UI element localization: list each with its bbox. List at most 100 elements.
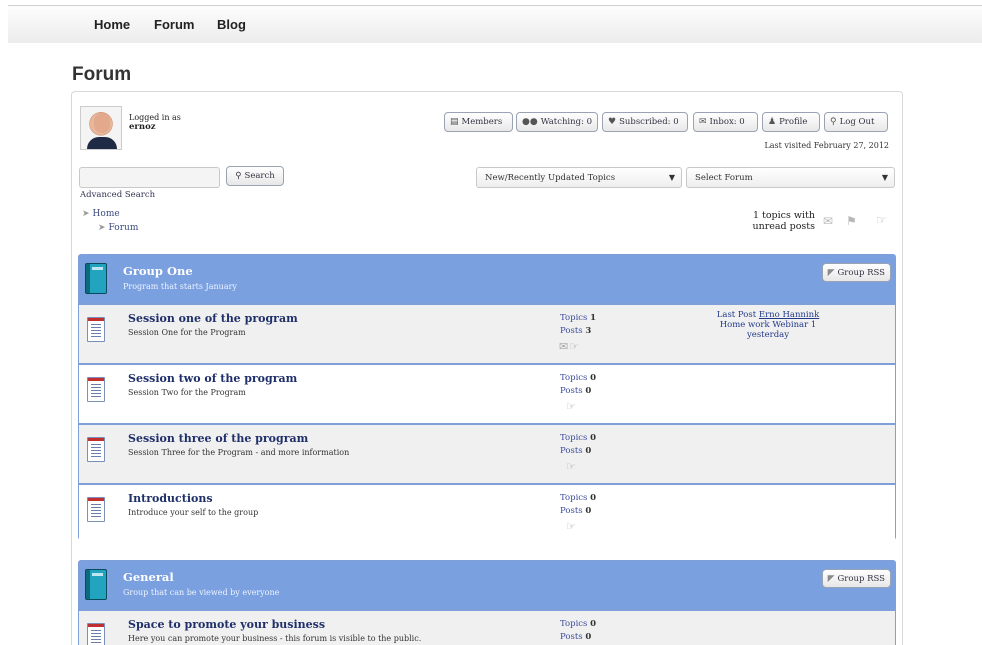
avatar [80,106,122,150]
members-button[interactable]: ▤ Members [444,112,513,132]
group-description: Group that can be viewed by everyone [123,588,280,597]
book-icon [85,263,107,294]
posts-value: 0 [585,446,592,456]
document-icon [87,437,105,462]
topics-filter-select[interactable]: New/Recently Updated Topics ▼ [476,167,682,188]
unread-line-1: 1 topics with [752,210,815,221]
subscribed-button[interactable]: ♥ Subscribed: 0 [602,112,688,132]
mark-read-icon[interactable]: ⚑ [846,214,857,228]
chevron-down-icon: ▼ [881,173,888,182]
forum-select-value: Select Forum [695,173,753,183]
forum-description: Session Two for the Program [128,388,246,397]
forum-select[interactable]: Select Forum ▼ [686,167,895,188]
last-post-topic[interactable]: Home work Webinar 1 [679,320,857,330]
forum-title[interactable]: Session three of the program [128,432,308,445]
last-post-line: Last Post Erno Hannink [679,310,857,320]
chevron-down-icon: ▼ [668,173,675,182]
avatar-shirt [87,137,117,149]
topics-count: Topics 0 [560,493,596,503]
forum-title[interactable]: Introductions [128,492,213,505]
posts-label: Posts [560,632,583,642]
unread-notice: 1 topics with unread posts [740,210,815,232]
logout-label: Log Out [839,117,875,127]
row-action-icons: ✉☞ [559,340,580,353]
forum-description: Here you can promote your business - thi… [128,634,422,643]
group-rss-button[interactable]: ◤ Group RSS [821,569,891,588]
last-visited: Last visited February 27, 2012 [764,141,889,150]
nav-forum[interactable]: Forum [154,17,194,32]
posts-count: Posts 0 [560,632,591,642]
document-icon [87,317,105,342]
group-description: Program that starts January [123,282,237,291]
logout-button[interactable]: ⚲ Log Out [824,112,888,132]
thumb-icon[interactable]: ☞ [876,213,887,227]
topics-label: Topics [560,313,588,323]
person-icon: ♟ [768,117,777,127]
topics-count: Topics 1 [560,313,596,323]
breadcrumb-forum[interactable]: ➤ Forum [98,223,138,233]
group-title[interactable]: General [123,570,174,584]
unread-line-2: unread posts [752,221,815,232]
book-icon [85,569,107,600]
nav-home[interactable]: Home [94,17,130,32]
posts-label: Posts [560,446,583,456]
forum-row: Introductions Introduce your self to the… [79,483,895,543]
topics-value: 0 [590,373,597,383]
document-icon [87,377,105,402]
document-icon [87,623,105,645]
breadcrumb-forum-label: Forum [108,223,139,233]
heart-icon: ♥ [608,117,617,127]
profile-button[interactable]: ♟ Profile [762,112,820,132]
forum-description: Session One for the Program [128,328,246,337]
nav-blog[interactable]: Blog [217,17,246,32]
posts-value: 3 [585,326,592,336]
subscribe-icon[interactable]: ☞ [566,400,577,413]
topics-icon[interactable]: ✉ [559,340,569,353]
arrow-right-icon: ➤ [98,223,106,233]
group-header: Group One Program that starts January ◤ … [79,255,895,303]
forum-description: Introduce your self to the group [128,508,259,517]
topics-value: 1 [590,313,597,323]
advanced-search-link[interactable]: Advanced Search [80,190,155,200]
rss-icon: ◤ [827,267,835,278]
topics-count: Topics 0 [560,373,596,383]
posts-value: 0 [585,386,592,396]
topics-count: Topics 0 [560,619,596,629]
group-rss-label: Group RSS [837,573,886,584]
inbox-button[interactable]: ✉ Inbox: 0 [693,112,758,132]
search-button[interactable]: ⚲ Search [226,166,284,186]
posts-count: Posts 0 [560,386,591,396]
topics-icon[interactable]: ✉ [823,214,833,228]
logged-in-label: Logged in as [129,113,181,122]
magnifier-icon: ⚲ [235,171,242,181]
subscribe-icon[interactable]: ☞ [569,340,580,353]
top-navigation: Home Forum Blog [8,5,982,43]
group-title[interactable]: Group One [123,264,193,278]
breadcrumb-home[interactable]: ➤ Home [82,209,120,219]
subscribe-icon[interactable]: ☞ [566,520,577,533]
forum-title[interactable]: Session two of the program [128,372,297,385]
page-title: Forum [72,64,132,85]
topics-value: 0 [590,433,597,443]
username: ernoz [129,122,156,132]
forum-row: Space to promote your business Here you … [79,609,895,645]
group-general: General Group that can be viewed by ever… [78,560,896,645]
inbox-label: Inbox: 0 [709,117,745,127]
last-post-author[interactable]: Erno Hannink [759,310,819,320]
search-input[interactable] [79,167,220,188]
search-button-label: Search [244,171,275,181]
forum-title[interactable]: Session one of the program [128,312,298,325]
forum-title[interactable]: Space to promote your business [128,618,325,631]
envelope-icon: ✉ [699,117,707,127]
topics-label: Topics [560,619,588,629]
posts-count: Posts 3 [560,326,591,336]
forum-row: Session one of the program Session One f… [79,303,895,363]
posts-value: 0 [585,506,592,516]
forum-row: Session three of the program Session Thr… [79,423,895,483]
posts-count: Posts 0 [560,446,591,456]
rss-icon: ◤ [827,573,835,584]
group-rss-button[interactable]: ◤ Group RSS [821,263,891,282]
watching-button[interactable]: ●● Watching: 0 [516,112,598,132]
subscribe-icon[interactable]: ☞ [566,460,577,473]
row-action-icons: ☞ [566,400,577,413]
